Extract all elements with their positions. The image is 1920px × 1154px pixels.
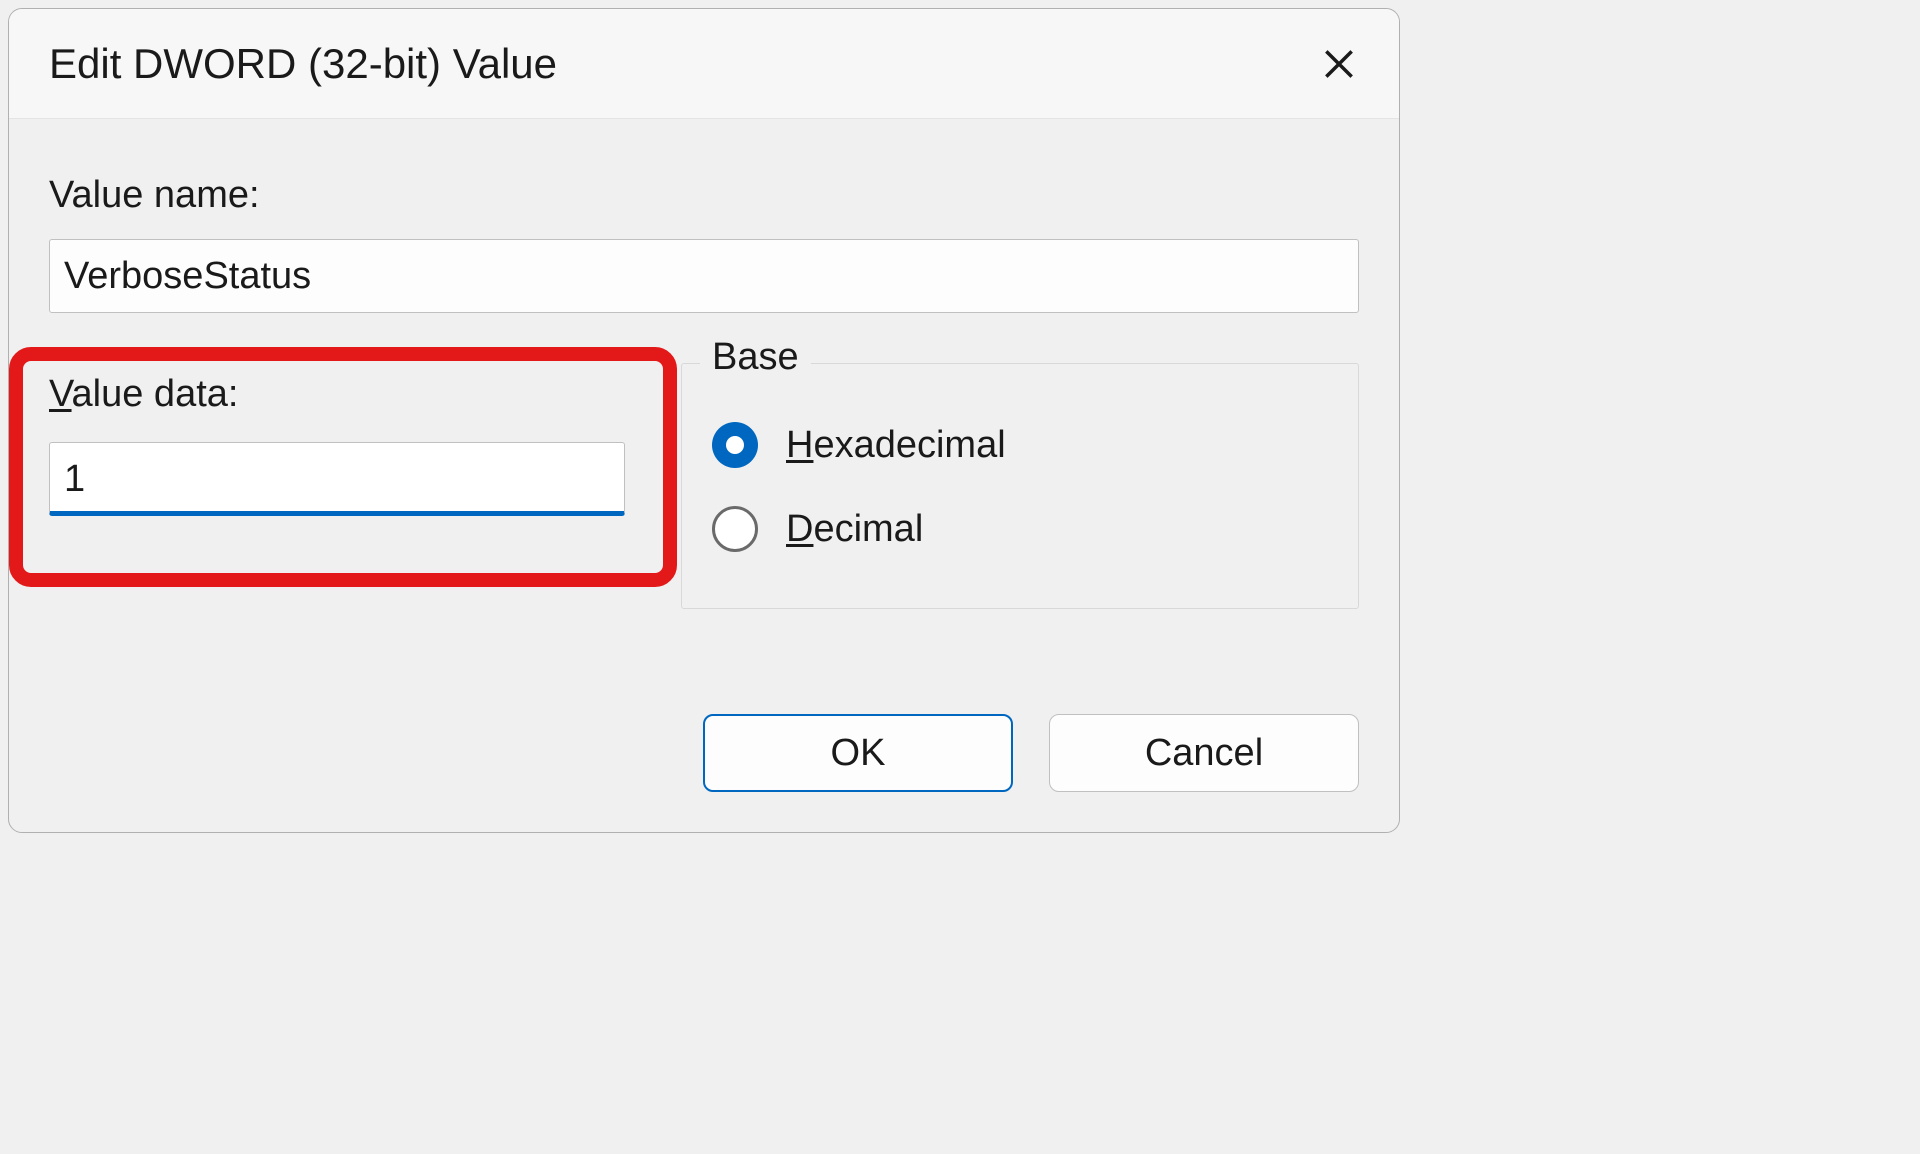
value-data-label: Value data: [49, 373, 631, 416]
dialog-button-row: OK Cancel [9, 684, 1399, 832]
dialog-title: Edit DWORD (32-bit) Value [49, 40, 557, 88]
radio-decimal[interactable]: Decimal [712, 506, 1328, 552]
value-name-label: Value name: [49, 174, 1359, 217]
dialog-titlebar: Edit DWORD (32-bit) Value [9, 9, 1399, 119]
value-data-group: Value data: [49, 363, 631, 609]
edit-dword-dialog: Edit DWORD (32-bit) Value Value name: Va… [8, 8, 1400, 833]
cancel-button[interactable]: Cancel [1049, 714, 1359, 792]
value-name-input[interactable] [49, 239, 1359, 313]
base-legend: Base [700, 336, 811, 379]
close-icon [1320, 45, 1358, 83]
dialog-content: Value name: Value data: Base Hexadecimal [9, 119, 1399, 684]
value-data-label-rest: alue data: [72, 373, 239, 415]
close-button[interactable] [1309, 34, 1369, 94]
radio-hexadecimal-label: Hexadecimal [786, 424, 1006, 467]
value-data-input[interactable] [49, 442, 625, 516]
ok-button[interactable]: OK [703, 714, 1013, 792]
radio-hexadecimal-indicator [712, 422, 758, 468]
middle-row: Value data: Base Hexadecimal Decimal [49, 363, 1359, 609]
base-group: Base Hexadecimal Decimal [681, 363, 1359, 609]
value-data-label-accel: V [49, 373, 72, 415]
radio-decimal-indicator [712, 506, 758, 552]
value-name-group: Value name: [49, 174, 1359, 313]
radio-decimal-label: Decimal [786, 508, 923, 551]
radio-hexadecimal[interactable]: Hexadecimal [712, 422, 1328, 468]
